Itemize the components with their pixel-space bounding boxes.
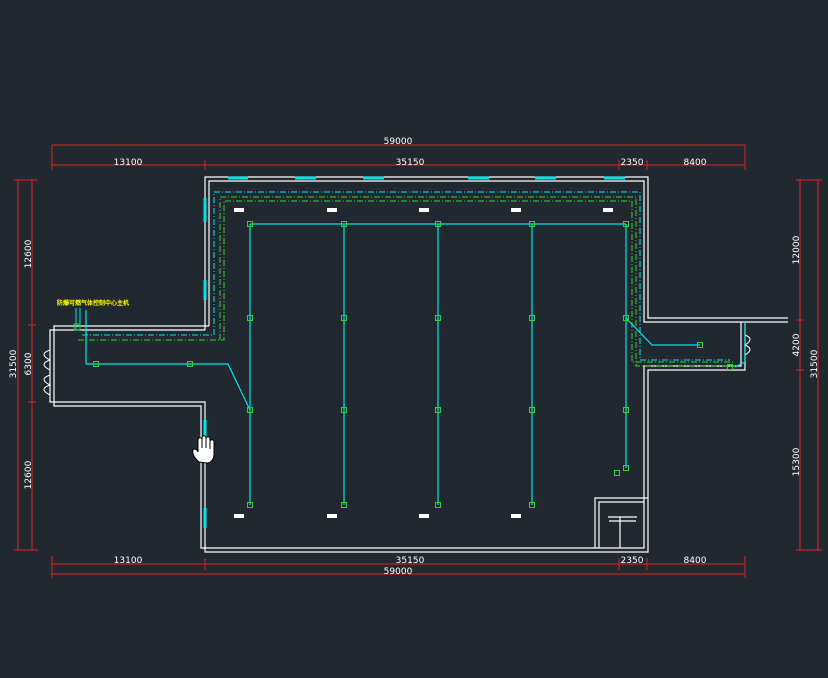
dim-top-seg-4: 8400	[684, 158, 707, 168]
host-controller-leads	[75, 308, 81, 330]
dim-left-seg-1: 12600	[24, 239, 34, 268]
gas-detector[interactable]	[614, 470, 620, 476]
cable-trunk-dashed	[82, 191, 730, 361]
dim-left-seg-3: 12600	[24, 460, 34, 489]
dim-left-seg-2: 6300	[24, 352, 34, 375]
windows	[203, 176, 625, 528]
host-controller[interactable]	[73, 323, 81, 331]
dim-top-seg-1: 13100	[114, 158, 143, 168]
dim-bottom-seg-4: 8400	[684, 556, 707, 566]
dim-bottom-overall: 59000	[384, 567, 413, 577]
dim-right-seg-1: 12000	[792, 235, 802, 264]
dim-right-seg-3: 15300	[792, 447, 802, 476]
floor-plan: 59000 13100 35150 2350 8400 13100 35150 …	[9, 137, 822, 578]
dim-right-seg-2: 4200	[792, 333, 802, 356]
gas-detector[interactable]	[727, 364, 733, 370]
hand-cursor-icon	[192, 435, 215, 464]
dim-top-overall: 59000	[384, 137, 413, 147]
dim-bottom-seg-3: 2350	[621, 556, 644, 566]
light-fixtures	[234, 208, 613, 518]
dim-right-total: 31500	[810, 349, 820, 378]
alarm-boundary	[78, 196, 735, 367]
cad-drawing-canvas[interactable]: 59000 13100 35150 2350 8400 13100 35150 …	[0, 0, 828, 674]
host-controller-label: 防爆可燃气体控制中心主机	[57, 299, 129, 307]
detector-cabling	[85, 223, 746, 505]
dim-bottom-seg-1: 13100	[114, 556, 143, 566]
dim-bottom-seg-2: 35150	[396, 556, 425, 566]
dim-left-total: 31500	[9, 349, 19, 378]
dimension-texts: 59000 13100 35150 2350 8400 13100 35150 …	[9, 137, 820, 577]
dim-top-seg-2: 35150	[396, 158, 425, 168]
dim-top-seg-3: 2350	[621, 158, 644, 168]
dimension-lines	[14, 144, 822, 578]
